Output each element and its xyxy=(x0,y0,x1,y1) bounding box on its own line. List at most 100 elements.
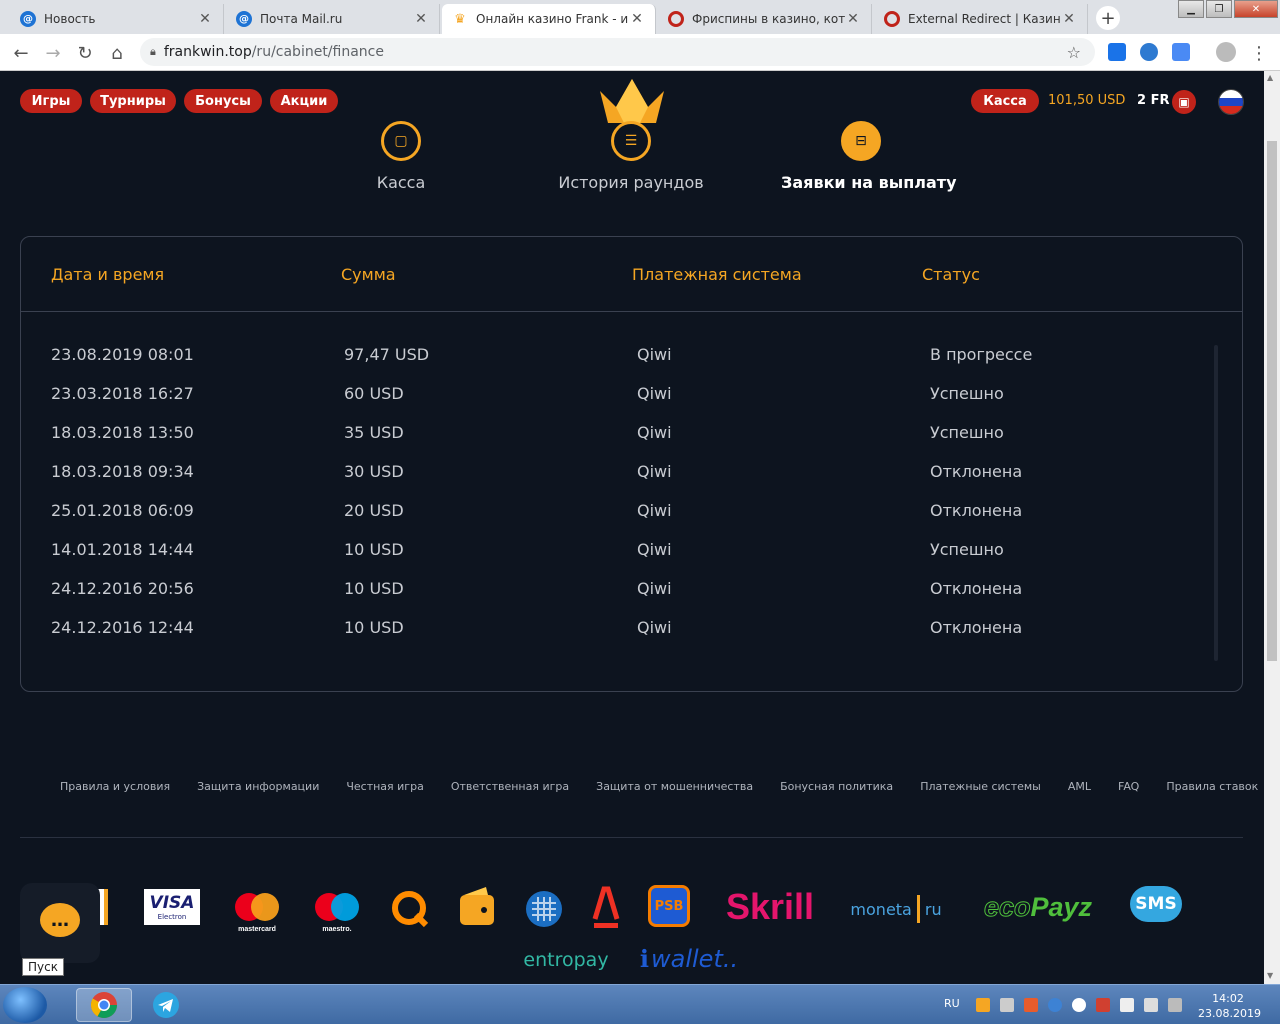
tab-cashier[interactable]: ▢ Касса xyxy=(361,121,441,192)
tray-antivirus-icon[interactable] xyxy=(1096,998,1110,1012)
footer-link[interactable]: FAQ xyxy=(1118,780,1139,793)
network-icon[interactable] xyxy=(1168,998,1182,1012)
close-icon[interactable]: ✕ xyxy=(629,11,645,27)
support-chat-widget[interactable]: … xyxy=(20,883,100,963)
nav-games-button[interactable]: Игры xyxy=(20,89,82,113)
table-row: 23.08.2019 08:01 97,47 USD Qiwi В прогре… xyxy=(21,345,1242,384)
table-row: 18.03.2018 09:34 30 USD Qiwi Отклонена xyxy=(21,462,1242,501)
mastercard-logo: mastercard xyxy=(232,889,282,933)
close-icon[interactable]: ✕ xyxy=(413,11,429,27)
close-icon[interactable]: ✕ xyxy=(197,11,213,27)
reload-icon[interactable]: ↻ xyxy=(72,40,98,66)
page-scrollbar[interactable]: ▲ ▼ xyxy=(1264,71,1280,984)
start-tooltip: Пуск xyxy=(22,958,64,976)
menu-dots-icon[interactable]: ⋮ xyxy=(1246,40,1272,66)
footer-link[interactable]: Защита от мошенничества xyxy=(596,780,753,793)
new-tab-button[interactable]: + xyxy=(1096,6,1120,30)
translate-icon[interactable] xyxy=(1172,43,1190,61)
windows-start-button[interactable] xyxy=(3,987,47,1023)
bookmark-star-icon[interactable]: ☆ xyxy=(1067,43,1081,62)
language-indicator[interactable]: RU xyxy=(944,997,960,1010)
footer-link[interactable]: Правила ставок xyxy=(1166,780,1258,793)
nav-bonuses-button[interactable]: Бонусы xyxy=(184,89,262,113)
footer-link[interactable]: Ответственная игра xyxy=(451,780,569,793)
cell-system: Qiwi xyxy=(637,579,672,598)
yandex-money-logo-icon xyxy=(458,885,496,927)
visa-logo-text: VISA xyxy=(149,893,195,913)
forward-arrow-icon[interactable]: → xyxy=(40,40,66,66)
tab-withdrawal-requests[interactable]: ⊟ Заявки на выплату xyxy=(781,121,957,192)
gift-icon[interactable]: ▣ xyxy=(1172,90,1196,114)
action-center-flag-icon[interactable] xyxy=(1120,998,1134,1012)
extension-icon[interactable] xyxy=(1140,43,1158,61)
ecopayz-logo-eco: eco xyxy=(983,891,1031,922)
psb-logo-text: PSB xyxy=(654,898,684,914)
back-arrow-icon[interactable]: ← xyxy=(8,40,34,66)
column-header-status: Статус xyxy=(922,265,980,284)
table-scrollbar[interactable] xyxy=(1214,345,1218,661)
scroll-up-arrow-icon[interactable]: ▲ xyxy=(1267,73,1273,82)
table-row: 23.03.2018 16:27 60 USD Qiwi Успешно xyxy=(21,384,1242,423)
withdraw-icon: ⊟ xyxy=(841,121,881,161)
table-row: 24.12.2016 12:44 10 USD Qiwi Отклонена xyxy=(21,618,1242,657)
cell-date: 24.12.2016 20:56 xyxy=(51,579,194,598)
search-extension-icon[interactable] xyxy=(1108,43,1126,61)
browser-tab-active[interactable]: ♛ Онлайн казино Frank - игра ✕ xyxy=(442,4,656,34)
maestro-label: maestro. xyxy=(322,926,351,933)
scroll-down-arrow-icon[interactable]: ▼ xyxy=(1267,971,1273,980)
footer-link[interactable]: Правила и условия xyxy=(60,780,170,793)
browser-tab[interactable]: @ Новость ✕ xyxy=(10,4,224,34)
table-row: 25.01.2018 06:09 20 USD Qiwi Отклонена xyxy=(21,501,1242,540)
browser-tab[interactable]: @ Почта Mail.ru ✕ xyxy=(226,4,440,34)
url-path: /ru/cabinet/finance xyxy=(251,44,384,60)
cashier-button[interactable]: Касса xyxy=(971,89,1039,113)
cell-system: Qiwi xyxy=(637,462,672,481)
footer-link[interactable]: Защита информации xyxy=(197,780,319,793)
browser-tab[interactable]: Фриспины в казино, котор ✕ xyxy=(658,4,872,34)
russia-flag-icon[interactable] xyxy=(1218,89,1244,115)
tray-security-icon[interactable] xyxy=(1000,998,1014,1012)
volume-icon[interactable] xyxy=(1144,998,1158,1012)
nav-tournaments-button[interactable]: Турниры xyxy=(90,89,176,113)
tab-round-history[interactable]: ☰ История раундов xyxy=(556,121,706,192)
mastercard-label: mastercard xyxy=(238,926,276,933)
cell-date: 23.08.2019 08:01 xyxy=(51,345,194,364)
telegram-taskbar-button[interactable] xyxy=(138,988,194,1022)
restore-icon[interactable]: ❐ xyxy=(1206,0,1232,18)
sms-logo: SMS xyxy=(1130,886,1182,922)
close-icon[interactable]: ✕ xyxy=(1061,11,1077,27)
footer-link[interactable]: Бонусная политика xyxy=(780,780,893,793)
browser-tab[interactable]: External Redirect | Казино ф ✕ xyxy=(874,4,1088,34)
profile-avatar[interactable] xyxy=(1216,42,1236,62)
footer-link[interactable]: AML xyxy=(1068,780,1091,793)
moneta-logo-bar xyxy=(916,895,920,923)
window-close-icon[interactable]: ✕ xyxy=(1234,0,1278,18)
cell-date: 14.01.2018 14:44 xyxy=(51,540,194,559)
footer-link[interactable]: Честная игра xyxy=(346,780,423,793)
tray-network-icon[interactable] xyxy=(1072,998,1086,1012)
nav-promotions-button[interactable]: Акции xyxy=(270,89,338,113)
chrome-icon xyxy=(90,992,118,1019)
tray-update-icon[interactable] xyxy=(1048,998,1062,1012)
close-icon[interactable]: ✕ xyxy=(845,11,861,27)
crown-logo-icon[interactable] xyxy=(598,77,666,125)
cell-system: Qiwi xyxy=(637,501,672,520)
skrill-logo: Skrill xyxy=(725,886,815,927)
cell-date: 18.03.2018 13:50 xyxy=(51,423,194,442)
cell-status: Успешно xyxy=(930,540,1004,559)
minimize-icon[interactable]: ▁ xyxy=(1178,0,1204,18)
home-icon[interactable]: ⌂ xyxy=(104,40,130,66)
address-bar[interactable]: 🔒︎ frankwin.top/ru/cabinet/finance ☆ xyxy=(140,38,1095,66)
casino-chip-icon xyxy=(884,11,900,27)
tray-app-icon[interactable] xyxy=(976,998,990,1012)
tray-app-icon[interactable] xyxy=(1024,998,1038,1012)
cell-status: Успешно xyxy=(930,423,1004,442)
scrollbar-thumb[interactable] xyxy=(1267,141,1277,661)
taskbar-clock[interactable]: 14:02 23.08.2019 xyxy=(1198,991,1261,1021)
footer-link[interactable]: Платежные системы xyxy=(920,780,1041,793)
chrome-taskbar-button[interactable] xyxy=(76,988,132,1022)
table-row: 24.12.2016 20:56 10 USD Qiwi Отклонена xyxy=(21,579,1242,618)
tab-title: Фриспины в казино, котор xyxy=(692,12,845,26)
freespins-count: 2 FR xyxy=(1137,93,1170,108)
cell-system: Qiwi xyxy=(637,618,672,637)
